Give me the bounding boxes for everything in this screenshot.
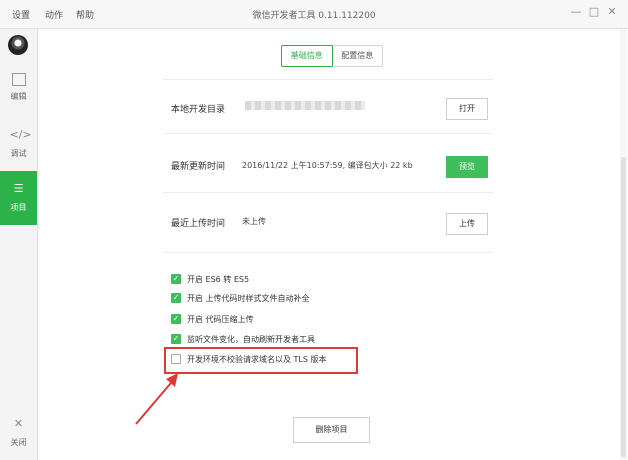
upload-time-label: 最近上传时间 [171,219,226,229]
divider [163,79,493,80]
update-time-value: 2016/11/22 上午10:57:59, 编译包大小 22 kb [242,161,413,170]
tab-basic-info[interactable]: 基础信息 [281,45,333,67]
divider [163,192,493,193]
sidebar: 编辑 </> 调试 ☰ 项目 ✕ 关闭 [0,29,38,460]
option-label: 监听文件变化，自动刷新开发者工具 [187,335,315,344]
sidebar-item-edit[interactable]: 编辑 [0,63,37,117]
tab-bar: 基础信息 配置信息 [281,45,383,67]
sidebar-item-label: 项目 [10,203,27,212]
local-dir-label: 本地开发目录 [171,105,226,115]
scrollbar-thumb[interactable] [621,157,626,457]
highlight-box [164,347,358,374]
scrollbar[interactable] [620,29,627,460]
delete-project-button[interactable]: 删除项目 [293,417,370,443]
close-window-icon[interactable]: ✕ [604,4,620,20]
option-label: 开启 代码压缩上传 [187,315,254,324]
sidebar-item-project[interactable]: ☰ 项目 [0,171,37,225]
option-label: 开启 上传代码时样式文件自动补全 [187,294,310,303]
annotation-arrow-icon [135,373,178,425]
menu-icon: ☰ [13,182,24,195]
close-icon: ✕ [13,417,24,430]
sidebar-item-close[interactable]: ✕ 关闭 [0,406,37,460]
local-dir-value-blurred [245,101,365,110]
avatar[interactable] [8,35,28,55]
divider [163,252,493,253]
checkbox-checked-icon[interactable]: ✓ [171,274,181,284]
checkbox-checked-icon[interactable]: ✓ [171,293,181,303]
checkbox-checked-icon[interactable]: ✓ [171,314,181,324]
minimize-icon[interactable]: — [568,4,584,20]
sidebar-item-label: 编辑 [10,92,27,101]
divider [163,133,493,134]
tab-config-info[interactable]: 配置信息 [333,46,383,66]
upload-time-value: 未上传 [242,217,266,226]
edit-icon [11,73,26,86]
sidebar-item-label: 关闭 [10,438,27,447]
checkbox-checked-icon[interactable]: ✓ [171,334,181,344]
title-bar: 设置 动作 帮助 微信开发者工具 0.11.112200 — □ ✕ [0,0,628,29]
sidebar-item-label: 调试 [10,149,27,158]
update-time-label: 最新更新时间 [171,162,226,172]
window-title: 微信开发者工具 0.11.112200 [252,11,376,21]
open-dir-button[interactable]: 打开 [446,98,488,120]
option-label: 开启 ES6 转 ES5 [187,275,250,284]
preview-button[interactable]: 预览 [446,156,488,178]
code-icon: </> [9,128,32,141]
maximize-icon[interactable]: □ [586,4,602,20]
sidebar-item-debug[interactable]: </> 调试 [0,117,37,171]
main-content: 基础信息 配置信息 本地开发目录 打开 最新更新时间 2016/11/22 上午… [38,29,628,460]
upload-button[interactable]: 上传 [446,213,488,235]
